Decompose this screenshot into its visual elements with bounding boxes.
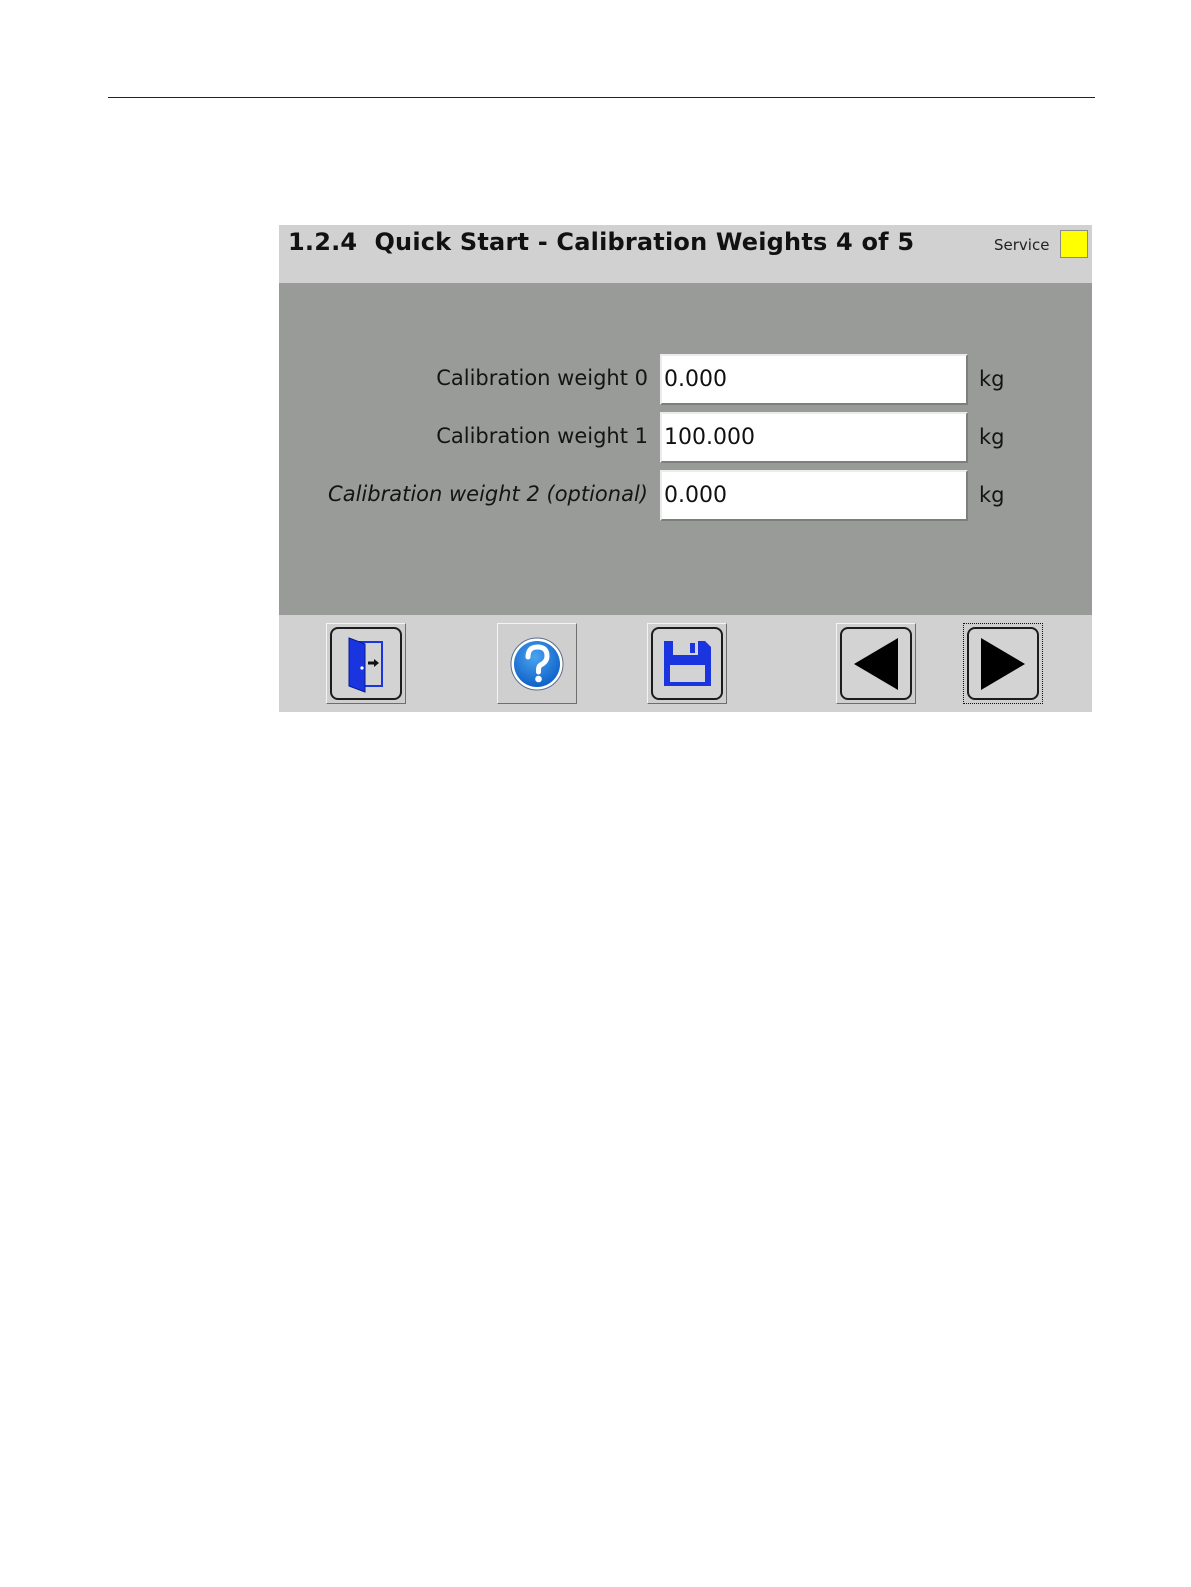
service-label: Service xyxy=(994,236,1050,254)
help-question-icon xyxy=(510,637,564,691)
screen-toolbar xyxy=(279,615,1092,712)
save-button[interactable] xyxy=(647,623,727,704)
exit-door-icon xyxy=(348,637,383,693)
calibration-weight-2-label: Calibration weight 2 (optional) xyxy=(328,482,648,506)
calibration-weight-1-row: Calibration weight 1 kg xyxy=(279,412,1092,464)
calibration-weight-2-unit: kg xyxy=(979,483,1005,507)
calibration-weight-0-label: Calibration weight 0 xyxy=(436,366,648,390)
screen-header: 1.2.4 Quick Start - Calibration Weights … xyxy=(279,225,1092,283)
calibration-weight-1-label: Calibration weight 1 xyxy=(436,424,648,448)
calibration-weight-0-unit: kg xyxy=(979,367,1005,391)
next-button[interactable] xyxy=(963,623,1043,704)
page-header-rule xyxy=(108,97,1095,98)
calibration-weight-2-input[interactable] xyxy=(660,470,968,521)
exit-button[interactable] xyxy=(326,623,406,704)
save-floppy-icon xyxy=(664,641,711,686)
arrow-left-icon xyxy=(854,638,898,690)
calibration-weight-0-row: Calibration weight 0 kg xyxy=(279,354,1092,406)
service-status-indicator xyxy=(1060,230,1088,258)
calibration-weight-0-input[interactable] xyxy=(660,354,968,405)
screen-title: 1.2.4 Quick Start - Calibration Weights … xyxy=(288,228,915,256)
calibration-weight-2-row: Calibration weight 2 (optional) kg xyxy=(279,470,1092,522)
help-button[interactable] xyxy=(497,623,577,704)
calibration-weight-1-unit: kg xyxy=(979,425,1005,449)
arrow-right-icon xyxy=(981,638,1025,690)
previous-button[interactable] xyxy=(836,623,916,704)
calibration-weight-1-input[interactable] xyxy=(660,412,968,463)
hmi-screen: 1.2.4 Quick Start - Calibration Weights … xyxy=(279,225,1092,712)
